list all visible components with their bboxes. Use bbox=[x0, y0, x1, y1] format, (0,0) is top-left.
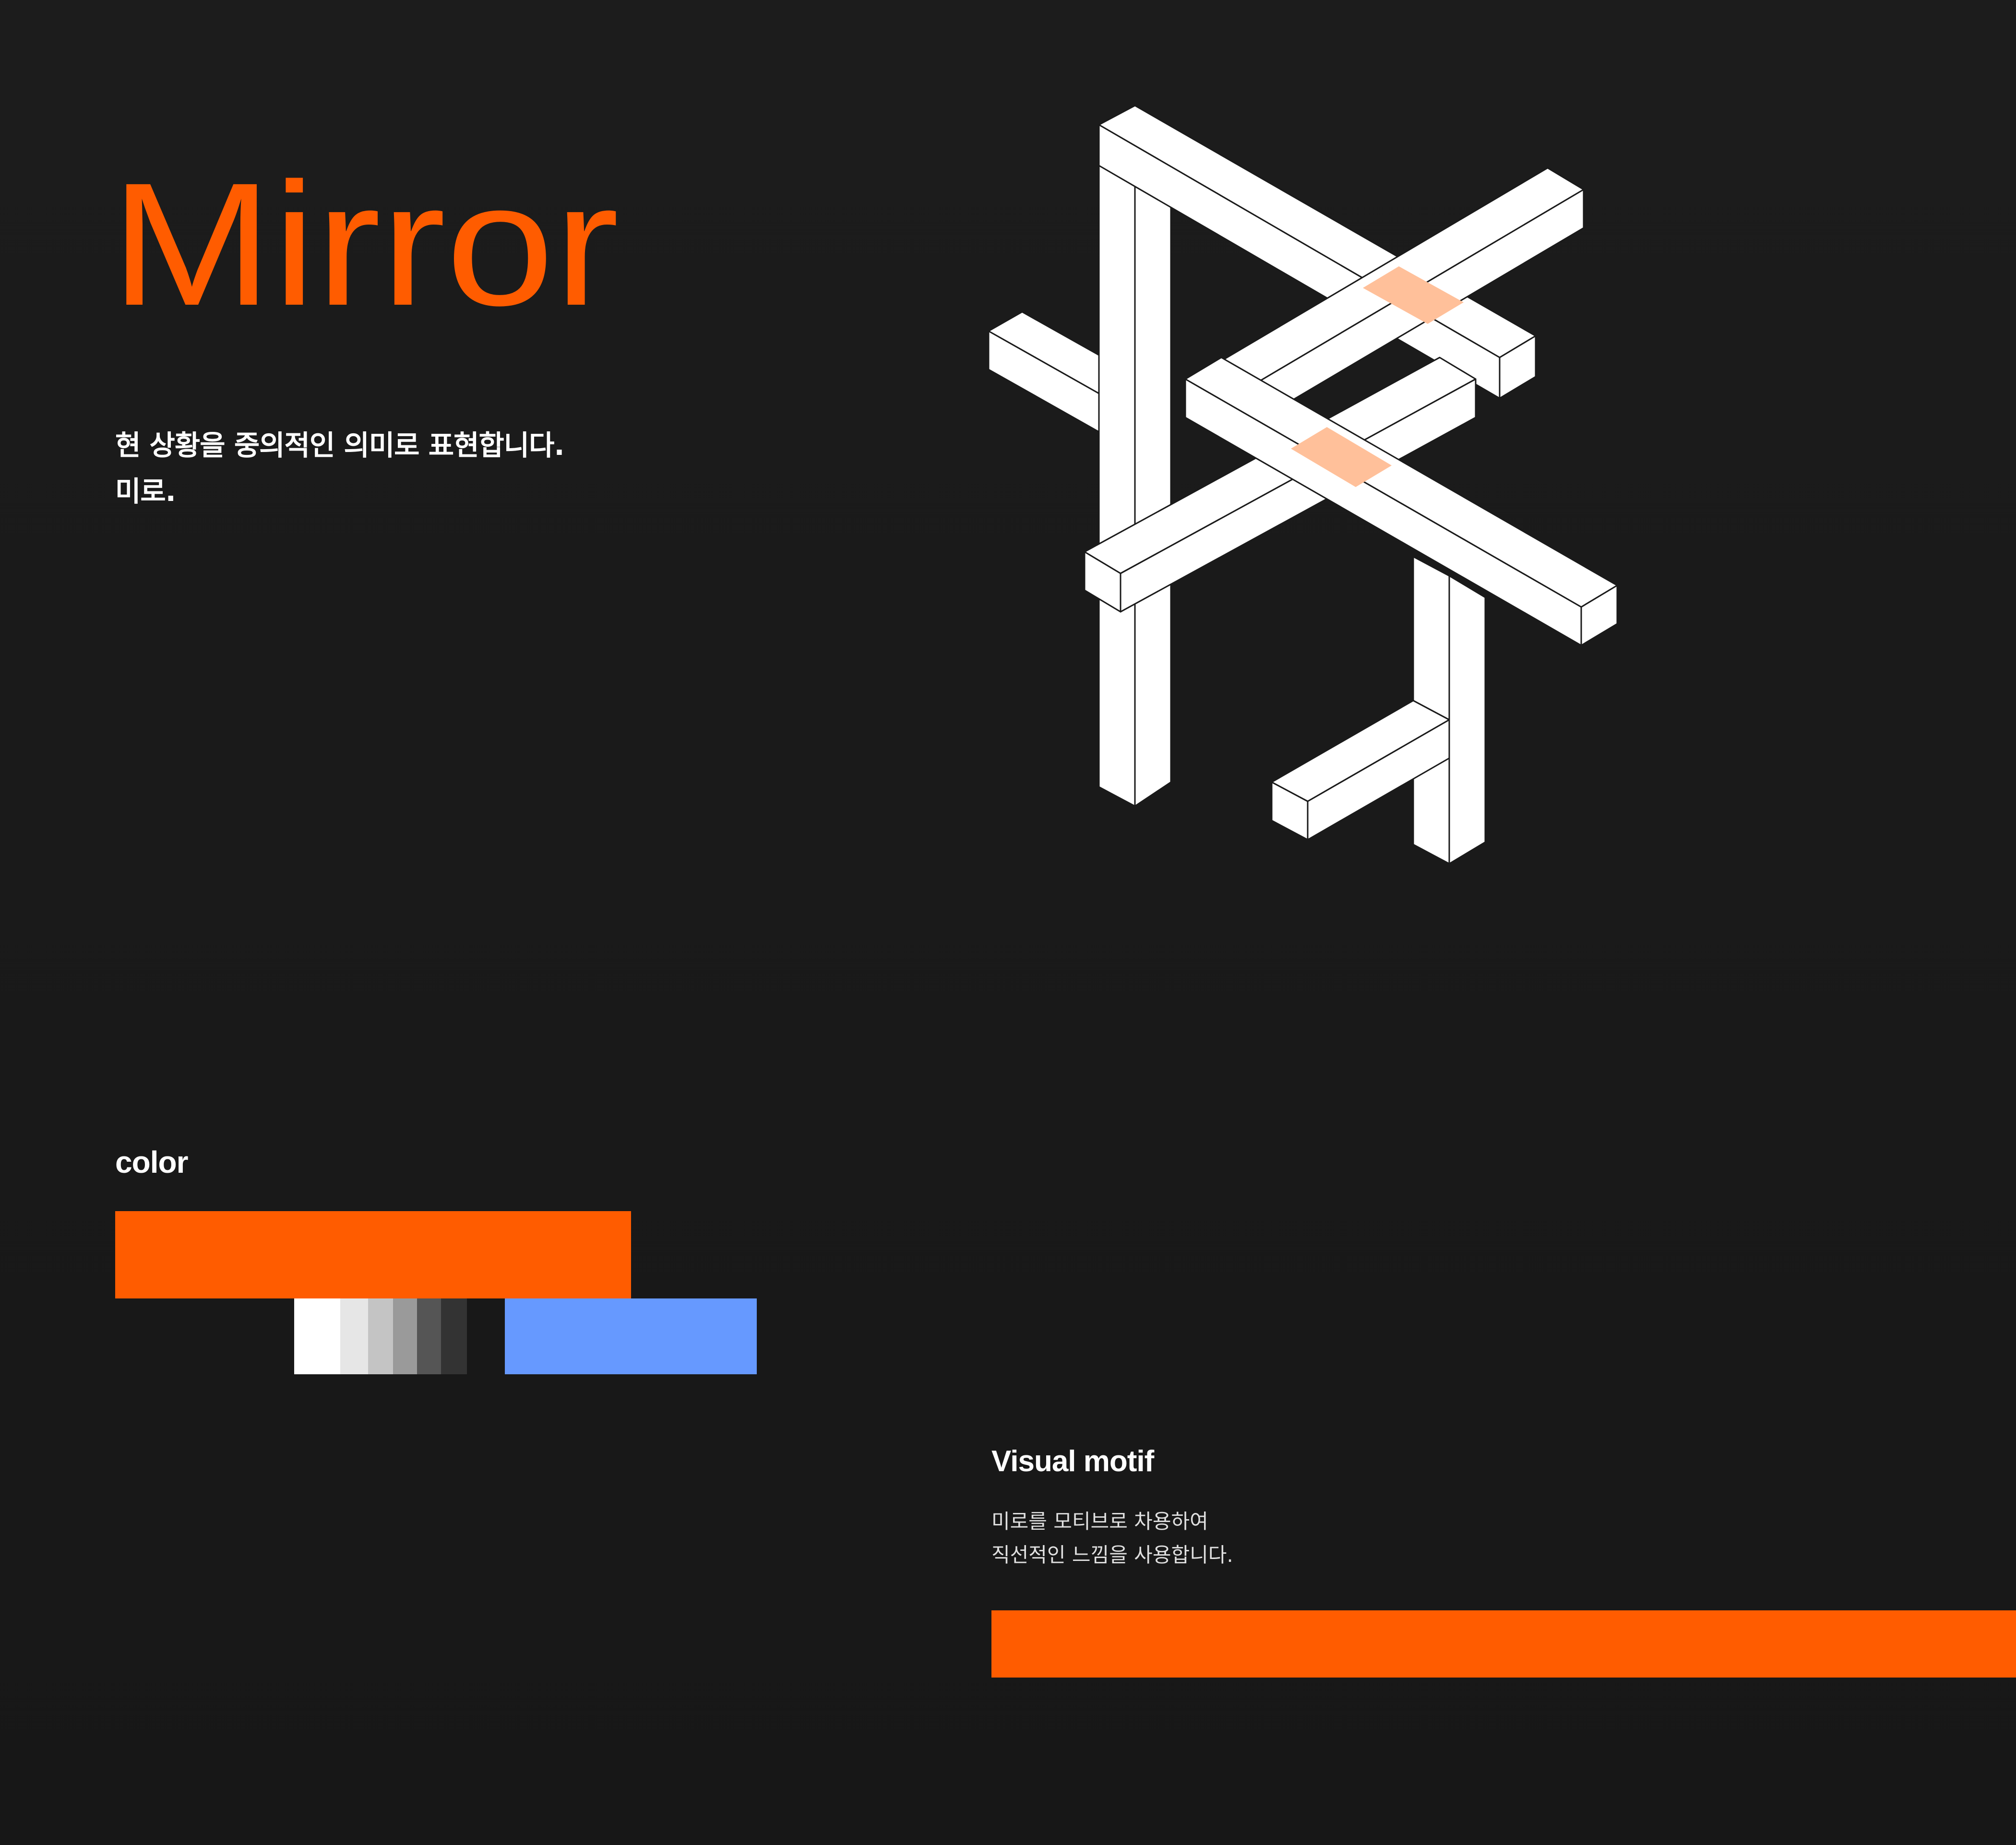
visual-motif-heading: Visual motif bbox=[991, 1445, 1154, 1478]
grayscale-swatches bbox=[294, 1298, 467, 1374]
gray-swatch bbox=[340, 1298, 368, 1374]
visual-motif-description: 미로를 모티브로 차용하여 직선적인 느낌을 사용합니다. bbox=[991, 1505, 1233, 1572]
gray-swatch bbox=[368, 1298, 393, 1374]
intro-line-2: 미로. bbox=[115, 475, 176, 508]
intro-line-1: 현 상황을 중의적인 의미로 표현합니다. bbox=[115, 429, 565, 462]
visual-motif-bar bbox=[991, 1610, 2016, 1678]
motif-desc-line-1: 미로를 모티브로 차용하여 bbox=[991, 1510, 1208, 1533]
maze-motif-illustration bbox=[979, 96, 1651, 883]
maze-motif-svg bbox=[988, 105, 1618, 865]
maze-beam bbox=[1448, 575, 1486, 865]
logo-wordmark: Mirror bbox=[110, 134, 662, 342]
maze-beam bbox=[1134, 172, 1172, 807]
secondary-color-swatch bbox=[505, 1298, 757, 1374]
page-title: Mirror bbox=[115, 147, 619, 326]
color-heading: color bbox=[115, 1145, 188, 1179]
gray-swatch bbox=[441, 1298, 467, 1374]
primary-color-swatch bbox=[115, 1211, 631, 1298]
maze-beam bbox=[1098, 133, 1136, 807]
mirror-logo: Mirror bbox=[110, 147, 619, 342]
intro-text: 현 상황을 중의적인 의미로 표현합니다. 미로. bbox=[115, 422, 565, 514]
gray-swatch bbox=[294, 1298, 340, 1374]
gray-swatch bbox=[393, 1298, 417, 1374]
motif-desc-line-2: 직선적인 느낌을 사용합니다. bbox=[991, 1543, 1233, 1567]
gray-swatch bbox=[417, 1298, 441, 1374]
